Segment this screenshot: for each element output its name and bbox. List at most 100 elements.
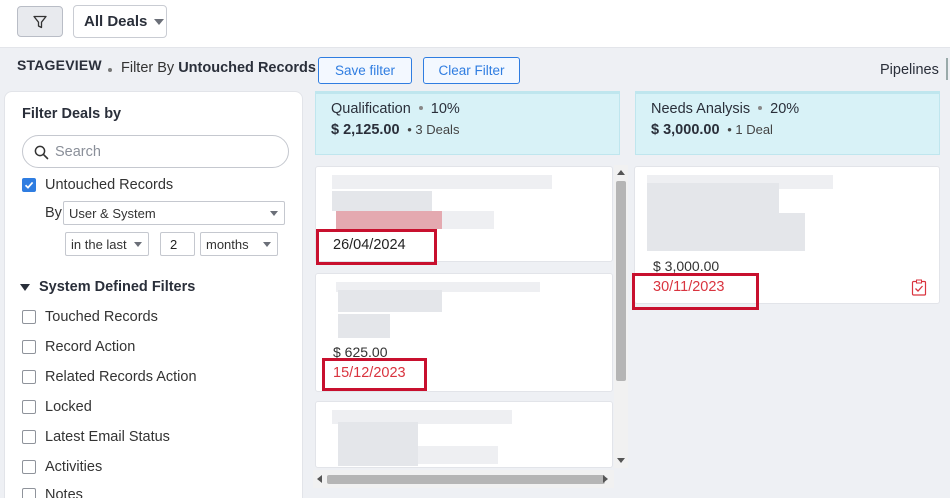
stage-header-needs-analysis[interactable]: Needs Analysis 20% $ 3,000.00 • 1 Deal <box>635 91 940 155</box>
stage-amount: $ 3,000.00 <box>651 122 720 138</box>
filter-label: Untouched Records <box>45 177 174 193</box>
filter-notes[interactable]: Notes <box>22 487 83 498</box>
scroll-left-arrow-icon[interactable] <box>317 475 322 483</box>
range-select-value: in the last <box>71 236 127 252</box>
chevron-down-icon <box>270 211 278 216</box>
chevron-down-icon <box>154 18 165 25</box>
filter-label: Latest Email Status <box>45 429 170 445</box>
pipelines-divider <box>946 58 948 80</box>
system-filters-title: System Defined Filters <box>39 279 196 295</box>
scrollbar-thumb[interactable] <box>327 475 605 484</box>
filter-label: Notes <box>45 487 83 498</box>
stage-title: Needs Analysis 20% <box>651 101 799 117</box>
checkbox[interactable] <box>22 310 36 324</box>
filter-untouched-records[interactable]: Untouched Records <box>22 177 173 193</box>
scroll-right-arrow-icon[interactable] <box>603 475 608 483</box>
redacted-text <box>338 290 390 312</box>
redacted-text <box>338 314 390 338</box>
view-select-label: All Deals <box>84 13 148 30</box>
filter-panel-title: Filter Deals by <box>22 106 122 122</box>
redacted-text <box>332 191 432 211</box>
filter-label: Related Records Action <box>45 369 197 385</box>
view-select[interactable]: All Deals <box>73 5 167 38</box>
filter-by-value: Untouched Records <box>178 60 316 76</box>
scroll-up-arrow-icon[interactable] <box>617 170 625 175</box>
range-unit-select[interactable]: months <box>200 232 278 256</box>
save-filter-button[interactable]: Save filter <box>318 57 412 84</box>
redacted-text <box>647 213 805 251</box>
system-filters-header[interactable]: System Defined Filters <box>20 279 195 295</box>
filter-activities[interactable]: Activities <box>22 459 102 475</box>
scrollbar-thumb[interactable] <box>616 181 626 381</box>
stage-header-qualification[interactable]: Qualification 10% $ 2,125.00 • 3 Deals <box>315 91 620 155</box>
deal-amount: $ 3,000.00 <box>653 258 720 274</box>
filter-record-action[interactable]: Record Action <box>22 339 135 355</box>
scroll-down-arrow-icon[interactable] <box>617 458 625 463</box>
redacted-text <box>338 446 418 466</box>
checkbox-checked[interactable] <box>22 178 36 192</box>
redacted-text <box>336 211 442 229</box>
separator-dot <box>758 106 763 110</box>
stage-name: Qualification <box>331 101 411 117</box>
filter-locked[interactable]: Locked <box>22 399 92 415</box>
stage-title: Qualification 10% <box>331 101 460 117</box>
by-select[interactable]: User & System <box>63 201 285 225</box>
filter-related-records-action[interactable]: Related Records Action <box>22 369 197 385</box>
redacted-text <box>727 183 779 213</box>
funnel-icon <box>33 15 47 28</box>
board-horizontal-scrollbar[interactable] <box>313 470 614 488</box>
by-select-value: User & System <box>69 205 156 221</box>
checkbox[interactable] <box>22 340 36 354</box>
by-label: By <box>45 205 62 221</box>
clear-filter-button[interactable]: Clear Filter <box>423 57 520 84</box>
highlight-box <box>322 358 427 391</box>
filter-label: Locked <box>45 399 92 415</box>
chevron-down-icon <box>134 242 142 247</box>
stage-summary: $ 3,000.00 • 1 Deal <box>651 122 773 138</box>
filter-summary: Filter By Untouched Records <box>121 60 316 76</box>
stage-summary: $ 2,125.00 • 3 Deals <box>331 122 459 138</box>
separator-dot <box>108 68 112 72</box>
pipelines-label[interactable]: Pipelines <box>880 62 939 78</box>
checkbox[interactable] <box>22 488 36 498</box>
search-placeholder: Search <box>55 143 101 160</box>
range-select[interactable]: in the last <box>65 232 149 256</box>
checkbox[interactable] <box>22 370 36 384</box>
range-unit-value: months <box>206 236 249 252</box>
search-icon <box>34 145 49 160</box>
stage-name: Needs Analysis <box>651 101 751 117</box>
checkbox[interactable] <box>22 460 36 474</box>
stage-deal-count: 1 Deal <box>735 122 773 137</box>
filter-latest-email-status[interactable]: Latest Email Status <box>22 429 170 445</box>
checkbox[interactable] <box>22 400 36 414</box>
board-vertical-scrollbar[interactable] <box>614 165 628 468</box>
view-mode-label: STAGEVIEW <box>17 57 102 73</box>
filter-toggle-button[interactable] <box>17 6 63 37</box>
stage-deal-count: 3 Deals <box>415 122 460 137</box>
separator-dot-text: • <box>723 122 736 137</box>
separator-dot-text: • <box>403 122 416 137</box>
stage-amount: $ 2,125.00 <box>331 122 400 138</box>
highlight-box <box>316 229 437 265</box>
checkmark-icon <box>24 181 34 189</box>
filter-by-prefix: Filter By <box>121 60 175 76</box>
redacted-text <box>338 422 418 446</box>
range-number-input[interactable]: 2 <box>160 232 195 256</box>
task-check-icon[interactable] <box>911 279 927 296</box>
filter-touched-records[interactable]: Touched Records <box>22 309 158 325</box>
filter-search-input[interactable]: Search <box>22 135 289 168</box>
deal-card[interactable] <box>315 401 613 468</box>
separator-dot <box>418 106 423 110</box>
highlight-box <box>632 273 759 310</box>
stage-probability: 10% <box>430 101 460 117</box>
checkbox[interactable] <box>22 430 36 444</box>
filter-label: Activities <box>45 459 103 475</box>
collapse-triangle-icon <box>20 283 30 291</box>
chevron-down-icon <box>263 242 271 247</box>
stage-probability: 20% <box>770 101 800 117</box>
redacted-text <box>647 183 687 213</box>
redacted-text <box>332 175 552 189</box>
top-toolbar: All Deals <box>0 0 950 48</box>
filter-panel: Filter Deals by Search Untouched Records… <box>4 91 303 498</box>
redacted-text <box>390 290 442 312</box>
